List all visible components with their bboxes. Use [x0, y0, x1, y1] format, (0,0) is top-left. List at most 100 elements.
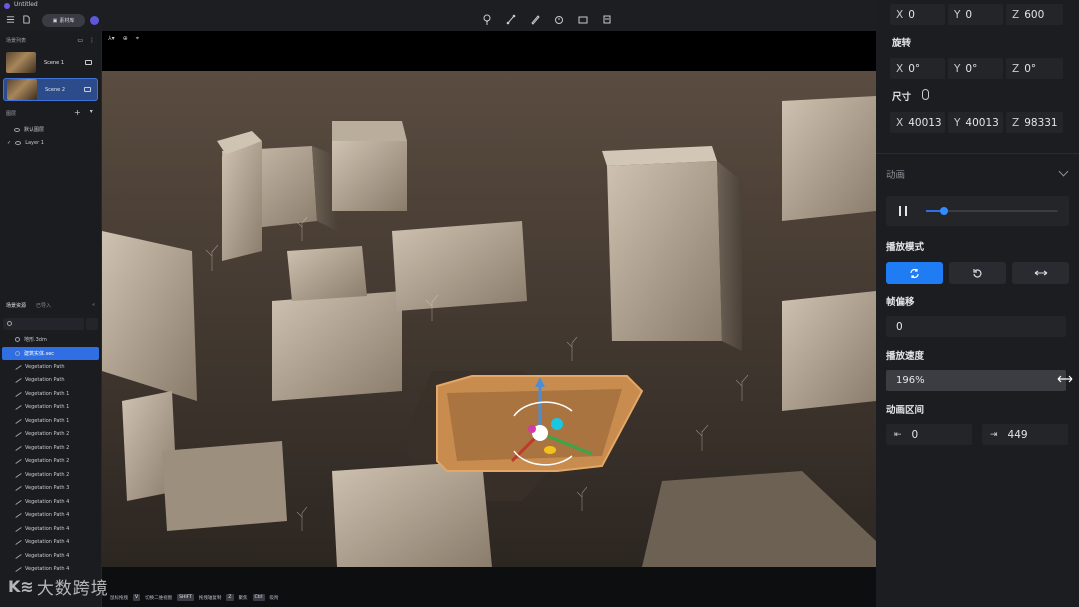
scene-view-icon[interactable] [84, 87, 91, 92]
list-item[interactable]: Vegetation Path 2 [0, 468, 101, 482]
list-item[interactable]: Vegetation Path 4 [0, 536, 101, 550]
light-bulb-icon[interactable] [482, 14, 492, 25]
search-input[interactable] [15, 318, 85, 330]
list-item[interactable]: Vegetation Path 1 [0, 414, 101, 428]
axis-y-label: Y [954, 8, 961, 21]
list-item[interactable]: Vegetation Path [0, 374, 101, 388]
link-tool-icon[interactable] [506, 14, 516, 25]
list-item-label: Vegetation Path 2 [25, 431, 70, 438]
rotation-y-field[interactable]: Y [948, 58, 1014, 79]
position-z-input[interactable] [1024, 8, 1073, 21]
link-proportions-icon[interactable] [922, 89, 929, 100]
range-start-icon: ⇤ [894, 429, 902, 440]
gear-tool-icon[interactable] [602, 14, 612, 25]
tab-scene-resources[interactable]: 场景资源 [6, 302, 26, 309]
rotation-z-input[interactable] [1024, 62, 1073, 75]
document-icon[interactable] [22, 15, 31, 24]
timer-icon[interactable] [554, 14, 564, 25]
loop-icon [910, 268, 919, 278]
list-item[interactable]: Vegetation Path 4 [0, 509, 101, 523]
collapse-icon[interactable]: « [92, 302, 95, 308]
paint-icon[interactable] [530, 14, 540, 25]
resource-search[interactable] [3, 318, 85, 330]
list-item[interactable]: Vegetation Path 1 [0, 387, 101, 401]
add-scene-icon[interactable]: ▭ [77, 37, 83, 44]
list-item[interactable]: Vegetation Path 2 [0, 428, 101, 442]
loop-mode-button[interactable] [886, 262, 943, 284]
list-item-label: 地形.3dm [24, 337, 47, 344]
rotation-z-field[interactable]: Z [1006, 58, 1073, 79]
list-item[interactable]: Vegetation Path 3 [0, 482, 101, 496]
watermark: K≋ 大数跨境 [8, 574, 109, 599]
3d-viewport[interactable]: ⅄▾ ⊕ ⌖ [102, 31, 876, 567]
shortcut-text: 切换二维视图 [145, 595, 173, 601]
range-end-field[interactable]: ⇥ 449 [982, 424, 1068, 445]
range-label: 动画区间 [886, 405, 925, 416]
layer-label: Layer 1 [25, 140, 44, 146]
chevron-down-icon[interactable]: ▾ [90, 108, 93, 117]
asset-library-button[interactable]: ▣ 素材库 [42, 14, 85, 27]
axis-z-label: Z [1012, 8, 1020, 21]
more-icon[interactable]: ⋮ [89, 37, 95, 44]
shortcut-key: V [133, 594, 141, 601]
add-layer-icon[interactable]: + [74, 108, 81, 117]
range-end-value: 449 [1007, 428, 1028, 441]
chevron-down-icon[interactable] [1058, 166, 1069, 177]
pause-icon[interactable] [899, 206, 907, 216]
frame-offset-input[interactable] [896, 320, 944, 333]
list-item-label: Vegetation Path 4 [25, 539, 70, 546]
position-x-field[interactable]: X [890, 4, 957, 25]
replay-mode-button[interactable] [949, 262, 1006, 284]
transform-icon[interactable]: ⊕ [123, 35, 128, 43]
building [782, 96, 876, 221]
viewport-toolbar: ⅄▾ ⊕ ⌖ [108, 35, 139, 43]
list-item-label: Vegetation Path 1 [25, 404, 70, 411]
building [102, 231, 197, 401]
tab-imported[interactable]: 已导入 [36, 302, 51, 309]
scene-item-1[interactable]: Scene 1 [3, 51, 98, 74]
list-item[interactable]: Vegetation Path 1 [0, 401, 101, 415]
list-item[interactable]: Vegetation Path [0, 360, 101, 374]
animation-title: 动画 [886, 170, 906, 181]
avatar[interactable] [90, 16, 99, 25]
path-icon [15, 377, 21, 383]
size-z-input[interactable] [1024, 116, 1073, 129]
size-z-field[interactable]: Z [1006, 112, 1073, 133]
eye-icon[interactable] [15, 141, 22, 145]
animation-timeline-slider[interactable] [926, 207, 1058, 215]
range-start-field[interactable]: ⇤ 0 [886, 424, 972, 445]
size-y-field[interactable]: Y [948, 112, 1014, 133]
watermark-logo-icon: K≋ [8, 577, 34, 596]
animation-player [886, 196, 1069, 226]
snap-icon[interactable]: ⌖ [136, 35, 139, 43]
list-item[interactable]: Vegetation Path 4 [0, 549, 101, 563]
size-x-field[interactable]: X [890, 112, 957, 133]
frame-offset-field[interactable] [886, 316, 1066, 337]
path-icon [15, 566, 21, 572]
list-item[interactable]: Vegetation Path 4 [0, 522, 101, 536]
scene-item-2[interactable]: Scene 2 [3, 78, 98, 101]
grid-view-button[interactable] [86, 318, 98, 330]
eye-icon[interactable] [14, 127, 20, 132]
list-item[interactable]: 地形.3dm [0, 333, 101, 347]
layer-item-default[interactable]: 默认图层 [14, 126, 44, 133]
timeline-handle[interactable] [940, 207, 949, 215]
scene-thumbnail [7, 79, 37, 100]
scene-view-icon[interactable] [85, 60, 92, 65]
list-item[interactable]: Vegetation Path 2 [0, 455, 101, 469]
path-icon [15, 499, 21, 505]
list-item[interactable]: Vegetation Path 2 [0, 441, 101, 455]
list-item[interactable]: 建筑实体.sec [2, 346, 99, 360]
camera-icon[interactable] [578, 14, 588, 25]
building [602, 146, 742, 351]
list-item-label: Vegetation Path 1 [25, 390, 70, 397]
position-z-field[interactable]: Z [1006, 4, 1073, 25]
speed-field[interactable]: 196% [886, 370, 1066, 391]
axis-mode-icon[interactable]: ⅄▾ [108, 35, 115, 43]
layer-item-1[interactable]: ✓ Layer 1 [7, 140, 44, 146]
list-item[interactable]: Vegetation Path 4 [0, 495, 101, 509]
rotation-x-field[interactable]: X [890, 58, 957, 79]
ping-pong-mode-button[interactable] [1012, 262, 1069, 284]
menu-icon[interactable] [6, 15, 15, 24]
position-y-field[interactable]: Y [948, 4, 1014, 25]
